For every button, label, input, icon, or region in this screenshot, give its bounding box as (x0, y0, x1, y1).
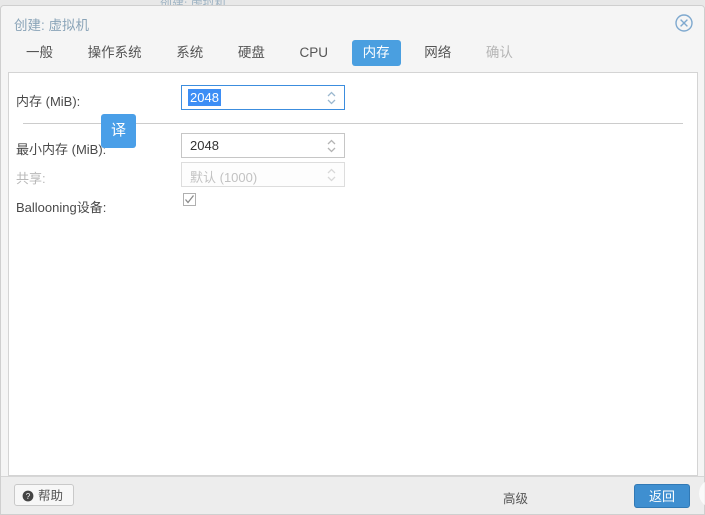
tab-cpu[interactable]: CPU (289, 40, 340, 66)
svg-text:?: ? (26, 492, 31, 501)
next-button[interactable]: 返回 (633, 484, 690, 508)
memory-value: 2048 (188, 89, 221, 106)
shares-label: 共享: (16, 171, 46, 186)
question-circle-icon: ? (22, 487, 34, 509)
min-memory-value: 2048 (190, 138, 219, 153)
wizard-tabbar: 一般 操作系统 系统 硬盘 CPU 内存 网络 确认 (1, 40, 704, 70)
translate-badge[interactable]: 译 (101, 114, 136, 148)
tab-confirm: 确认 (485, 45, 513, 60)
min-memory-input[interactable]: 2048 (181, 133, 345, 158)
close-circle-icon[interactable] (674, 13, 694, 33)
shares-row: 共享: 默认 (1000) (9, 162, 697, 191)
dialog-footer: ? 帮助 高级 返回 (1, 476, 704, 514)
memory-row: 内存 (MiB): 2048 (9, 85, 697, 114)
tab-system[interactable]: 系统 (165, 40, 214, 66)
dialog-title: 创建: 虚拟机 (14, 18, 90, 33)
spinner-updown-icon[interactable] (326, 138, 337, 154)
tab-memory[interactable]: 内存 (351, 40, 401, 66)
help-button[interactable]: ? 帮助 (14, 484, 75, 509)
ballooning-label: Ballooning设备: (16, 200, 107, 215)
memory-input[interactable]: 2048 (181, 85, 345, 110)
ballooning-row: Ballooning设备: (9, 191, 697, 220)
min-memory-label: 最小内存 (MiB): (16, 142, 107, 157)
shares-input: 默认 (1000) (181, 162, 345, 187)
help-button-label: 帮助 (38, 489, 64, 503)
shares-placeholder: 默认 (1000) (190, 170, 258, 185)
advanced-toggle[interactable]: 高级 (503, 488, 528, 507)
tab-general[interactable]: 一般 (15, 40, 64, 66)
tab-network[interactable]: 网络 (413, 40, 462, 66)
tab-os[interactable]: 操作系统 (77, 40, 153, 66)
tab-disk[interactable]: 硬盘 (227, 40, 276, 66)
create-vm-dialog: 创建: 虚拟机 一般 操作系统 系统 硬盘 CPU 内存 网络 确认 内存 (M… (0, 5, 705, 515)
spinner-updown-icon[interactable] (326, 90, 337, 106)
dialog-titlebar: 创建: 虚拟机 (1, 6, 704, 40)
spinner-updown-icon (326, 167, 337, 183)
ballooning-checkbox[interactable] (183, 193, 196, 206)
memory-label: 内存 (MiB): (16, 94, 81, 109)
